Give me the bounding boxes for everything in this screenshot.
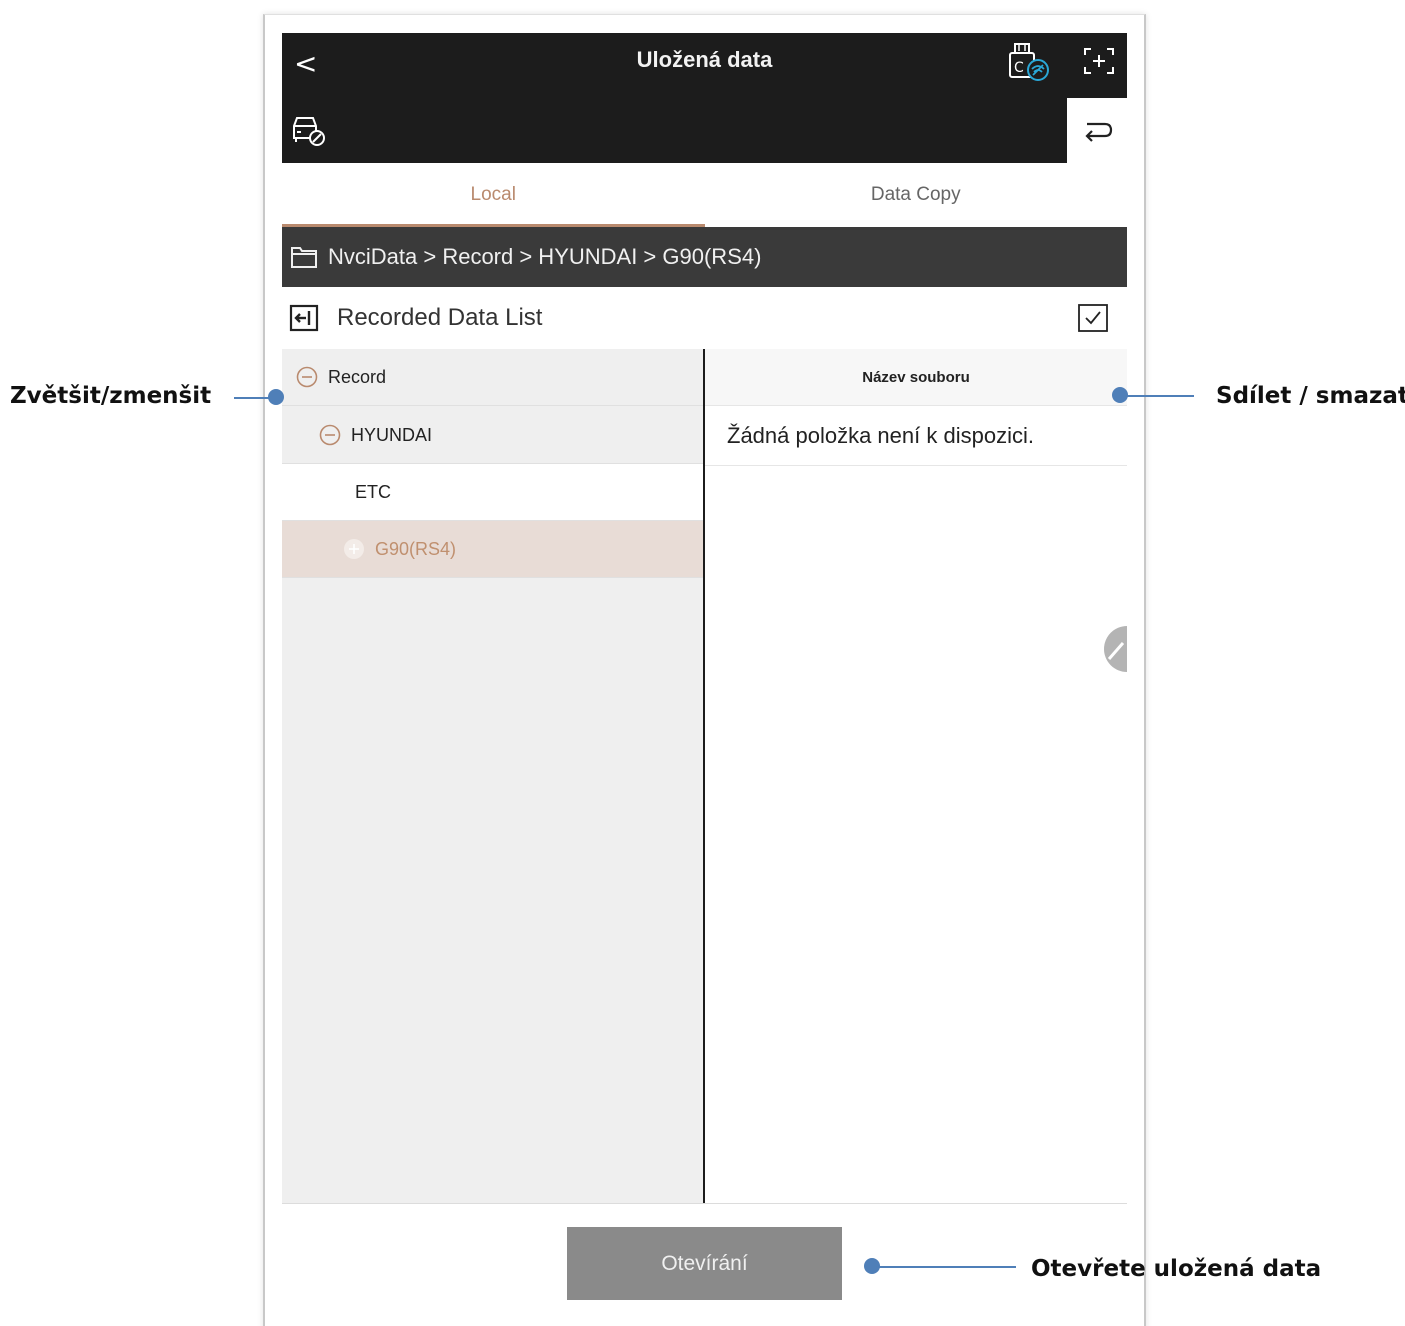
tree-item-label: HYUNDAI: [351, 424, 433, 445]
tree-item-etc[interactable]: ETC: [282, 464, 703, 521]
callout-dot-left: [268, 389, 284, 405]
breadcrumb: NvciData > Record > HYUNDAI > G90(RS4): [282, 227, 1127, 287]
callout-line-right: [1122, 395, 1194, 397]
title-bar: < Uložená data C: [282, 33, 1127, 98]
list-title: Recorded Data List: [337, 304, 543, 331]
tab-bar: Local Data Copy: [282, 163, 1127, 227]
app-screen: < Uložená data C Local Data Copy NvciDat…: [282, 33, 1127, 1326]
tab-local[interactable]: Local: [282, 163, 705, 227]
footer-divider: [282, 1203, 1127, 1204]
return-button[interactable]: [1067, 98, 1127, 163]
tab-data-copy[interactable]: Data Copy: [705, 163, 1128, 227]
folder-tree: Record HYUNDAI ETC G90(RS4): [282, 349, 703, 1203]
tree-item-label: ETC: [355, 481, 391, 502]
minus-circle-icon[interactable]: [319, 424, 341, 446]
minus-circle-icon[interactable]: [296, 366, 318, 388]
select-checkbox-icon[interactable]: [1077, 303, 1109, 333]
open-button[interactable]: Otevírání: [567, 1227, 842, 1300]
callout-share-delete: Sdílet / smazat: [1216, 383, 1405, 409]
callout-line-bottom: [872, 1266, 1016, 1268]
edit-icon[interactable]: [1097, 626, 1127, 672]
return-arrow-icon: [1085, 122, 1113, 142]
callout-dot-right: [1112, 387, 1128, 403]
vehicle-check-icon[interactable]: [288, 112, 328, 148]
tree-item-label: Record: [328, 366, 387, 387]
file-list: Název souboru Žádná položka není k dispo…: [705, 349, 1127, 1203]
collapse-panel-icon[interactable]: [289, 304, 319, 332]
tree-item-g90[interactable]: G90(RS4): [282, 521, 703, 578]
callout-zoom: Zvětšit/zmenšit: [10, 383, 212, 409]
empty-list-message: Žádná položka není k dispozici.: [705, 406, 1127, 466]
page-title: Uložená data: [636, 47, 773, 72]
svg-text:C: C: [1014, 60, 1024, 76]
callout-dot-bottom: [864, 1258, 880, 1274]
plus-circle-icon[interactable]: [343, 538, 365, 560]
callout-open-data: Otevřete uložená data: [1031, 1256, 1322, 1282]
folder-icon: [291, 247, 317, 268]
breadcrumb-path: NvciData > Record > HYUNDAI > G90(RS4): [328, 244, 762, 269]
tree-item-label: G90(RS4): [375, 538, 457, 559]
toolbar: [282, 98, 1067, 163]
tree-item-record[interactable]: Record: [282, 349, 703, 406]
file-name-column-header: Název souboru: [705, 349, 1127, 406]
vci-connection-icon[interactable]: C: [1006, 41, 1054, 83]
list-header: Recorded Data List: [282, 287, 1127, 349]
tree-item-hyundai[interactable]: HYUNDAI: [282, 407, 703, 464]
expand-icon[interactable]: [1082, 46, 1116, 76]
